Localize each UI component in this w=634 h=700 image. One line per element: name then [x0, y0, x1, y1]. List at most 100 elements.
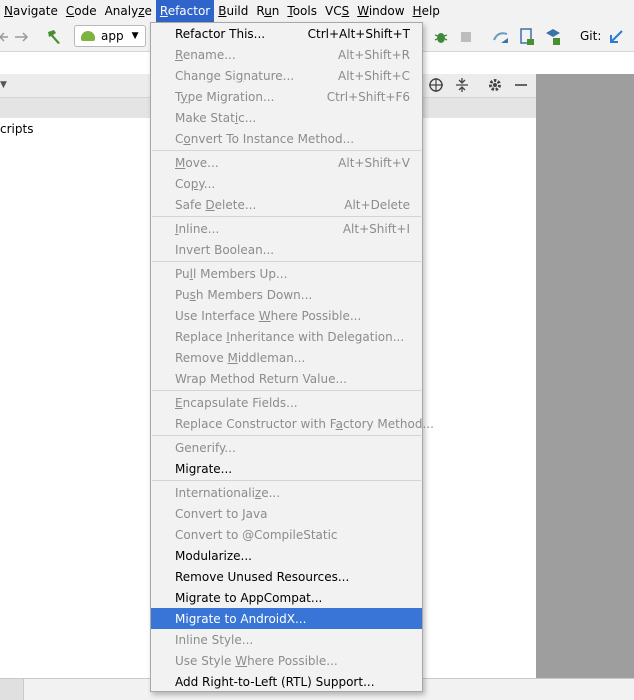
crosshair-icon[interactable]: [428, 77, 444, 96]
menu-code[interactable]: Code: [62, 0, 101, 22]
tree-item-scripts[interactable]: cripts: [0, 122, 33, 136]
tool-windows-toggle[interactable]: [0, 679, 24, 700]
run-configuration-label: app: [101, 29, 124, 43]
dropdown-caret-icon: ▼: [131, 31, 139, 41]
menu-item-label: Replace Inheritance with Delegation...: [175, 329, 405, 344]
menu-item-label: Change Signature...: [175, 68, 295, 83]
menu-item-label: Replace Constructor with Factory Method.…: [175, 416, 434, 431]
menu-item-label: Migrate to AppCompat...: [175, 590, 323, 605]
menu-item-label: Generify...: [175, 440, 236, 455]
menu-item-label: Make Static...: [175, 110, 257, 125]
menu-separator: [152, 480, 421, 481]
menu-item-label: Type Migration...: [175, 89, 275, 104]
menu-item-label: Copy...: [175, 176, 216, 191]
menu-item-label: Safe Delete...: [175, 197, 257, 212]
menu-item-shortcut: Alt+Shift+I: [342, 221, 410, 236]
build-hammer-icon[interactable]: [44, 28, 64, 46]
menu-item-inline-style[interactable]: Inline Style...: [151, 629, 422, 650]
menu-item-label: Migrate to AndroidX...: [175, 611, 307, 626]
minimize-icon[interactable]: [514, 77, 528, 96]
dropdown-caret-icon[interactable]: ▼: [0, 80, 7, 90]
menu-item-label: Use Style Where Possible...: [175, 653, 338, 668]
run-configuration-dropdown[interactable]: app ▼: [74, 25, 146, 47]
menu-item-migrate-to-appcompat[interactable]: Migrate to AppCompat...: [151, 587, 422, 608]
menu-item-pull-members-up[interactable]: Pull Members Up...: [151, 263, 422, 284]
collapse-icon[interactable]: [455, 77, 469, 96]
menu-item-label: Migrate...: [175, 461, 233, 476]
menu-separator: [152, 261, 421, 262]
menu-item-label: Internationalize...: [175, 485, 281, 500]
menu-item-label: Rename...: [175, 47, 236, 62]
menu-item-convert-to-instance-method[interactable]: Convert To Instance Method...: [151, 128, 422, 149]
menu-navigate[interactable]: Navigate: [0, 0, 62, 22]
forward-arrow-icon[interactable]: [14, 28, 30, 46]
menu-item-shortcut: Ctrl+Alt+Shift+T: [307, 26, 410, 41]
menu-item-label: Move...: [175, 155, 219, 170]
menu-item-generify[interactable]: Generify...: [151, 437, 422, 458]
menu-item-shortcut: Alt+Shift+V: [338, 155, 410, 170]
menu-refactor[interactable]: Refactor: [155, 0, 215, 22]
menu-item-label: Invert Boolean...: [175, 242, 275, 257]
menu-item-internationalize[interactable]: Internationalize...: [151, 482, 422, 503]
menu-item-label: Convert to @CompileStatic: [175, 527, 338, 542]
menu-item-remove-unused-resources[interactable]: Remove Unused Resources...: [151, 566, 422, 587]
back-arrow-icon[interactable]: [0, 28, 8, 46]
refactor-menu: Refactor This... Ctrl+Alt+Shift+T Rename..…: [150, 22, 434, 692]
menu-item-rename[interactable]: Rename... Alt+Shift+R: [151, 44, 422, 65]
device-manager-icon[interactable]: [518, 28, 536, 46]
menu-item-label: Wrap Method Return Value...: [175, 371, 347, 386]
stop-icon[interactable]: [458, 28, 474, 46]
menu-item-use-style-where-possible[interactable]: Use Style Where Possible...: [151, 650, 422, 671]
menu-item-remove-middleman[interactable]: Remove Middleman...: [151, 347, 422, 368]
menu-item-label: Inline Style...: [175, 632, 254, 647]
menu-item-invert-boolean[interactable]: Invert Boolean...: [151, 239, 422, 260]
debug-icon[interactable]: [432, 28, 450, 46]
menu-item-replace-inheritance-with-delegation[interactable]: Replace Inheritance with Delegation...: [151, 326, 422, 347]
menu-item-make-static[interactable]: Make Static...: [151, 107, 422, 128]
menu-item-shortcut: Alt+Delete: [344, 197, 410, 212]
menu-separator: [152, 390, 421, 391]
menu-analyze[interactable]: Analyze: [101, 0, 156, 22]
menu-separator: [152, 150, 421, 151]
menu-separator: [152, 435, 421, 436]
menu-item-add-right-to-left-rtl-support[interactable]: Add Right-to-Left (RTL) Support...: [151, 671, 422, 692]
menu-item-shortcut: Ctrl+Shift+F6: [326, 89, 410, 104]
menu-run[interactable]: Run: [252, 0, 283, 22]
menu-item-replace-constructor-with-factory-method[interactable]: Replace Constructor with Factory Method.…: [151, 413, 434, 434]
menu-help[interactable]: Help: [409, 0, 444, 22]
sync-gradle-icon[interactable]: [492, 28, 510, 46]
editor-empty-area: [536, 74, 634, 678]
menu-item-move[interactable]: Move... Alt+Shift+V: [151, 152, 422, 173]
menu-item-modularize[interactable]: Modularize...: [151, 545, 422, 566]
menu-item-convert-to-compilestatic[interactable]: Convert to @CompileStatic: [151, 524, 422, 545]
git-label: Git:: [580, 29, 602, 43]
menu-item-label: Encapsulate Fields...: [175, 395, 298, 410]
menu-item-encapsulate-fields[interactable]: Encapsulate Fields...: [151, 392, 422, 413]
menu-item-type-migration[interactable]: Type Migration... Ctrl+Shift+F6: [151, 86, 422, 107]
gear-icon[interactable]: [487, 77, 503, 96]
menu-item-migrate-to-androidx[interactable]: Migrate to AndroidX...: [151, 608, 422, 629]
menu-item-push-members-down[interactable]: Push Members Down...: [151, 284, 422, 305]
menu-item-label: Add Right-to-Left (RTL) Support...: [175, 674, 375, 689]
menu-item-refactor-this[interactable]: Refactor This... Ctrl+Alt+Shift+T: [151, 23, 422, 44]
menu-item-label: Convert to Java: [175, 506, 268, 521]
main-menu-bar: Navigate Code Analyze Refactor Build Run…: [0, 0, 634, 22]
menu-item-safe-delete[interactable]: Safe Delete... Alt+Delete: [151, 194, 422, 215]
sdk-manager-icon[interactable]: [544, 28, 562, 46]
menu-item-convert-to-java[interactable]: Convert to Java: [151, 503, 422, 524]
menu-item-migrate[interactable]: Migrate...: [151, 458, 422, 479]
menu-item-change-signature[interactable]: Change Signature... Alt+Shift+C: [151, 65, 422, 86]
menu-item-label: Inline...: [175, 221, 220, 236]
vcs-update-icon[interactable]: [606, 28, 626, 46]
menu-item-copy[interactable]: Copy...: [151, 173, 422, 194]
menu-item-use-interface-where-possible[interactable]: Use Interface Where Possible...: [151, 305, 422, 326]
menu-item-inline[interactable]: Inline... Alt+Shift+I: [151, 218, 422, 239]
menu-item-shortcut: Alt+Shift+C: [337, 68, 410, 83]
menu-build[interactable]: Build: [214, 0, 252, 22]
menu-window[interactable]: Window: [353, 0, 408, 22]
menu-tools[interactable]: Tools: [283, 0, 321, 22]
menu-item-label: Convert To Instance Method...: [175, 131, 355, 146]
menu-vcs[interactable]: VCS: [321, 0, 353, 22]
menu-item-label: Remove Middleman...: [175, 350, 306, 365]
menu-item-wrap-method-return-value[interactable]: Wrap Method Return Value...: [151, 368, 422, 389]
